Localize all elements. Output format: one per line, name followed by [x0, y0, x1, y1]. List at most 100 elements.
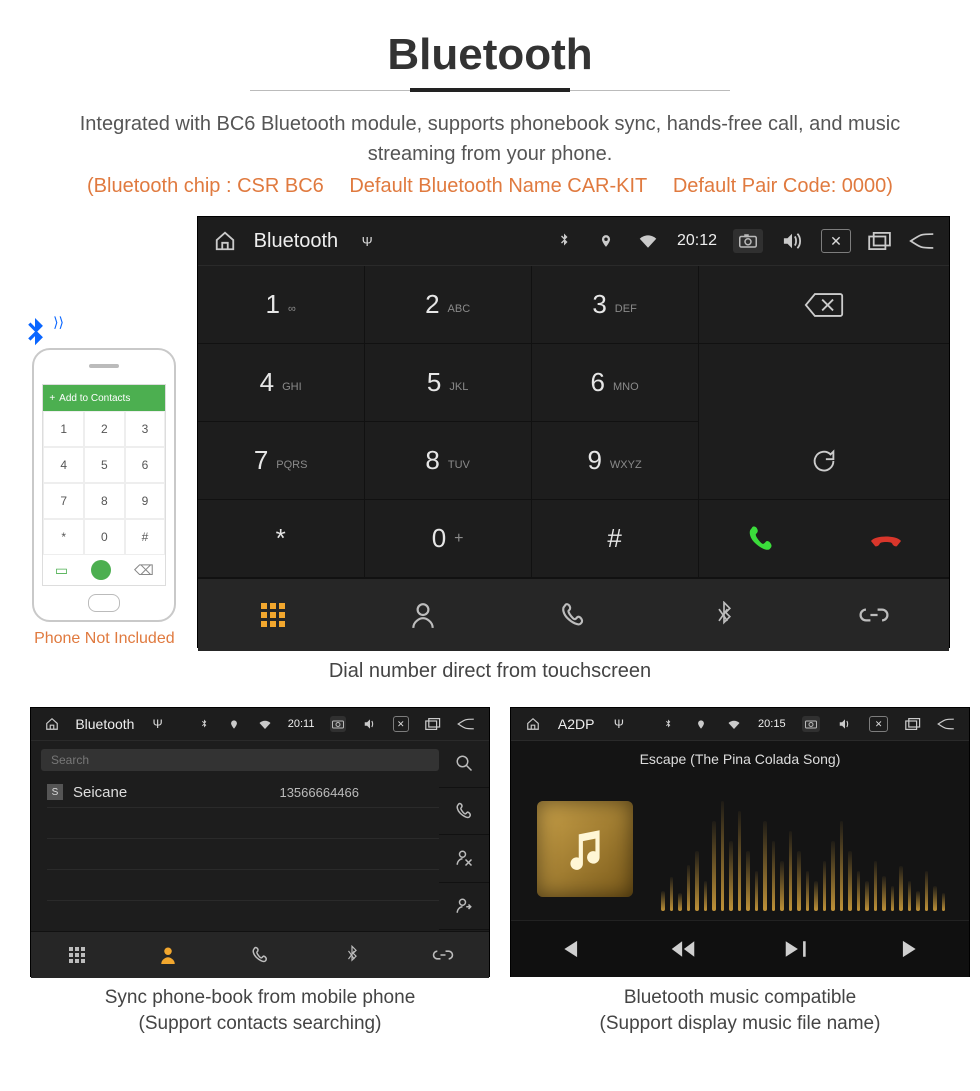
tab-recent[interactable]: [214, 932, 306, 978]
play-pause-button[interactable]: [740, 921, 855, 977]
volume-icon[interactable]: [362, 718, 376, 730]
call-button[interactable]: [699, 524, 824, 554]
tab-contacts[interactable]: [348, 579, 498, 651]
key-5[interactable]: 5JKL: [365, 344, 532, 422]
key-3[interactable]: 3DEF: [532, 266, 699, 344]
phone-key[interactable]: 5: [84, 447, 125, 483]
top-row: ⟩⟩ + Add to Contacts 1 2 3 4: [0, 216, 980, 648]
next-track-button[interactable]: [855, 921, 970, 977]
tab-bluetooth[interactable]: [648, 579, 798, 651]
phonebook-screen: Bluetooth Ψ 20:11 ✕ Search: [30, 707, 490, 977]
key-4[interactable]: 4GHI: [198, 344, 365, 422]
title-underline: [250, 90, 730, 91]
close-app-icon[interactable]: ✕: [869, 716, 888, 732]
key-6[interactable]: 6MNO: [532, 344, 699, 422]
main-caption: Dial number direct from touchscreen: [0, 660, 980, 683]
close-app-icon[interactable]: ✕: [393, 716, 409, 732]
bottom-tabs: [31, 931, 489, 978]
page-title: Bluetooth: [387, 30, 592, 86]
status-bar: Bluetooth Ψ 20:12 ✕: [198, 217, 949, 266]
home-icon[interactable]: [525, 717, 542, 731]
phone-key[interactable]: #: [125, 519, 166, 555]
phone-key[interactable]: 0: [84, 519, 125, 555]
backspace-icon[interactable]: ⌫: [134, 562, 154, 579]
phone-key[interactable]: *: [43, 519, 84, 555]
search-button[interactable]: [439, 740, 489, 788]
usb-icon: Ψ: [610, 717, 627, 731]
prev-track-button[interactable]: [511, 921, 626, 977]
contact-row[interactable]: S Seicane 13566664466: [47, 777, 439, 808]
recent-apps-icon[interactable]: [867, 232, 893, 250]
tab-contacts[interactable]: [123, 932, 215, 978]
screen-title: A2DP: [558, 716, 595, 732]
close-app-icon[interactable]: ✕: [821, 229, 851, 253]
phone-call-button[interactable]: [91, 560, 111, 580]
music-controls: [511, 920, 969, 977]
music-body: Escape (The Pina Colada Song): [511, 741, 969, 977]
delete-contact-button[interactable]: [439, 835, 489, 883]
home-icon[interactable]: [212, 230, 238, 252]
phone-key[interactable]: 7: [43, 483, 84, 519]
refresh-button[interactable]: [699, 422, 949, 500]
tab-dialpad[interactable]: [31, 932, 123, 978]
hangup-button[interactable]: [824, 527, 949, 551]
search-placeholder: Search: [51, 753, 89, 767]
phone-key[interactable]: 4: [43, 447, 84, 483]
search-input[interactable]: Search: [41, 749, 439, 771]
dialer-screen: Bluetooth Ψ 20:12 ✕: [197, 216, 950, 648]
music-caption-2: (Support display music file name): [510, 1013, 970, 1035]
phone-column: ⟩⟩ + Add to Contacts 1 2 3 4: [30, 348, 179, 648]
recent-apps-icon[interactable]: [904, 718, 921, 730]
plus-icon: +: [49, 393, 55, 404]
call-button[interactable]: [439, 788, 489, 836]
tab-pair[interactable]: [799, 579, 949, 651]
clock: 20:11: [288, 718, 315, 730]
dialpad-icon: [69, 947, 85, 963]
volume-icon[interactable]: [779, 232, 805, 250]
key-7[interactable]: 7PQRS: [198, 422, 365, 500]
home-icon[interactable]: [45, 717, 59, 731]
volume-icon[interactable]: [836, 718, 853, 730]
wifi-icon: [635, 234, 661, 248]
music-caption-1: Bluetooth music compatible: [510, 987, 970, 1009]
tab-pair[interactable]: [397, 932, 489, 978]
backspace-button[interactable]: [699, 266, 949, 344]
back-icon[interactable]: [909, 232, 935, 250]
recent-apps-icon[interactable]: [425, 718, 441, 730]
phone-key[interactable]: 6: [125, 447, 166, 483]
rewind-button[interactable]: [626, 921, 741, 977]
back-icon[interactable]: [937, 718, 955, 730]
message-icon[interactable]: ▭: [55, 562, 68, 579]
key-0[interactable]: 0+: [365, 500, 532, 578]
tab-recent[interactable]: [498, 579, 648, 651]
phonebook-caption-2: (Support contacts searching): [30, 1013, 490, 1035]
bluetooth-status-icon: [551, 233, 577, 249]
key-star[interactable]: *: [198, 500, 365, 578]
phone-mock-wrap: ⟩⟩ + Add to Contacts 1 2 3 4: [30, 348, 179, 622]
key-1[interactable]: 1∞: [198, 266, 365, 344]
phone-key[interactable]: 2: [84, 411, 125, 447]
phone-key[interactable]: 1: [43, 411, 84, 447]
sync-contacts-button[interactable]: [439, 883, 489, 931]
camera-icon[interactable]: [733, 229, 763, 253]
tab-dialpad[interactable]: [198, 579, 348, 651]
key-9[interactable]: 9WXYZ: [532, 422, 699, 500]
key-8[interactable]: 8TUV: [365, 422, 532, 500]
phone-home-button[interactable]: [88, 594, 120, 612]
phone-key[interactable]: 9: [125, 483, 166, 519]
tab-bluetooth[interactable]: [306, 932, 398, 978]
status-bar: Bluetooth Ψ 20:11 ✕: [31, 708, 489, 741]
key-2[interactable]: 2ABC: [365, 266, 532, 344]
music-screen: A2DP Ψ 20:15 ✕ Escape (The Pina Colada S…: [510, 707, 970, 977]
camera-icon[interactable]: [330, 716, 346, 732]
phone-key[interactable]: 3: [125, 411, 166, 447]
phone-key[interactable]: 8: [84, 483, 125, 519]
phonebook-caption-1: Sync phone-book from mobile phone: [30, 987, 490, 1009]
spec-pair: Default Pair Code: 0000): [673, 175, 893, 197]
back-icon[interactable]: [457, 718, 475, 730]
camera-icon[interactable]: [802, 716, 821, 732]
music-column: A2DP Ψ 20:15 ✕ Escape (The Pina Colada S…: [510, 707, 970, 1065]
key-hash[interactable]: #: [532, 500, 699, 578]
empty-side: [699, 344, 949, 422]
bottom-row: Bluetooth Ψ 20:11 ✕ Search: [0, 707, 980, 1065]
